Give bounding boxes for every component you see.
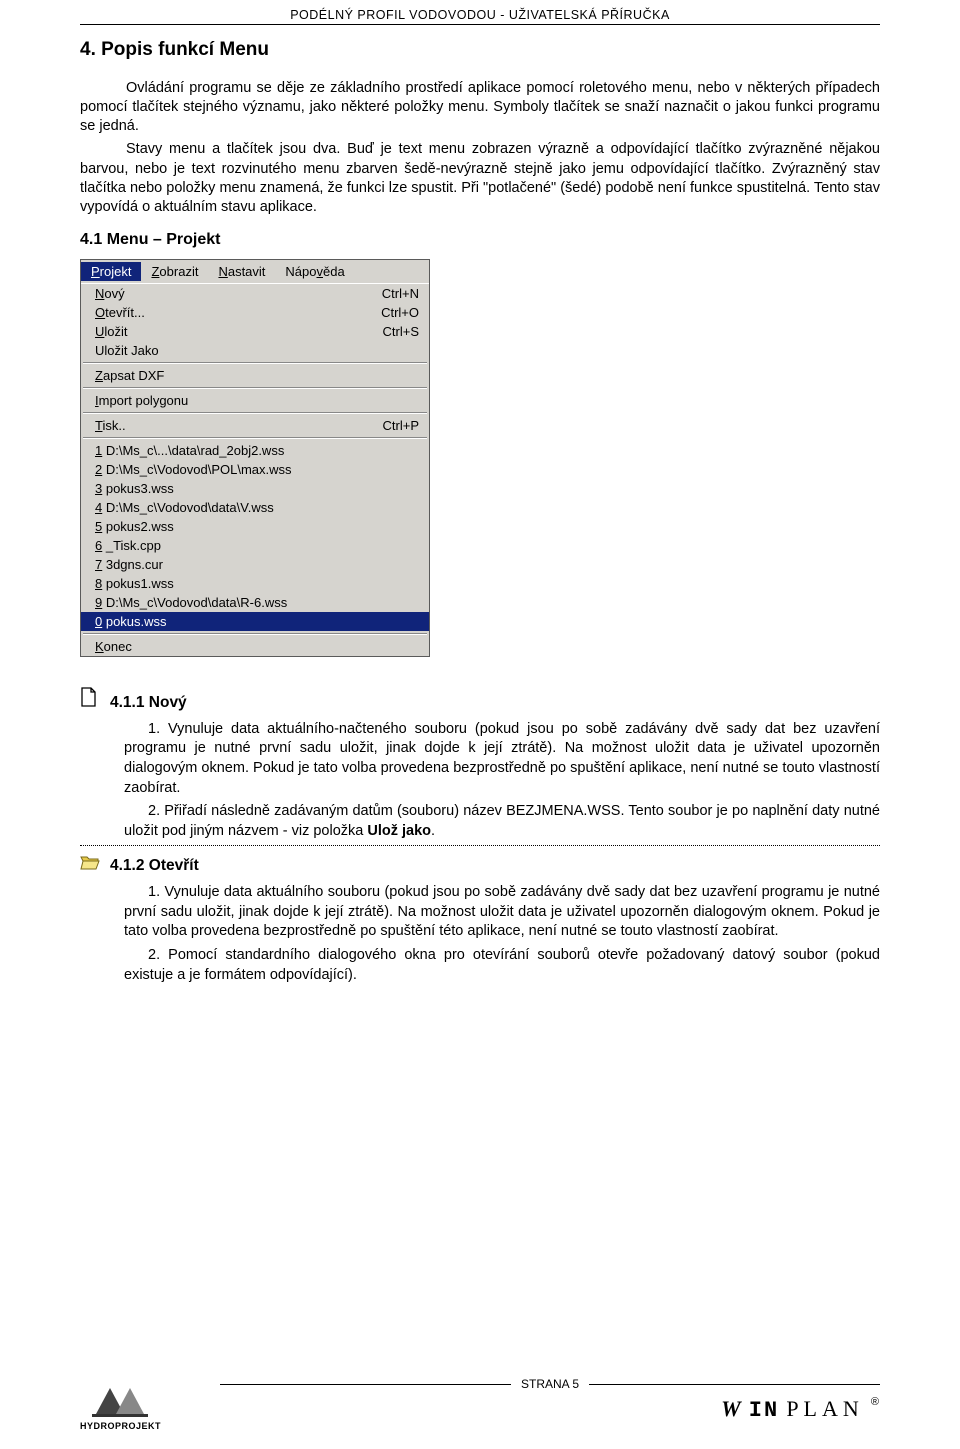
menu-item-konec[interactable]: Konec: [81, 637, 429, 656]
footer-rule: [220, 1384, 511, 1385]
doc-header-title: PODÉLNÝ PROFIL VODOVODOU - UŽIVATELSKÁ P…: [80, 8, 880, 22]
menu-item-recent[interactable]: 2 D:\Ms_c\Vodovod\POL\max.wss: [81, 460, 429, 479]
new-file-icon: [80, 687, 100, 710]
menu-item-novy[interactable]: NovýCtrl+N: [81, 284, 429, 303]
header-rule: [80, 24, 880, 25]
footer-rule: [589, 1384, 880, 1385]
menubar: Projekt Zobrazit Nastavit Nápověda: [81, 260, 429, 283]
menubar-item-nastavit[interactable]: Nastavit: [208, 262, 275, 281]
section-4-1-title: 4.1 Menu – Projekt: [80, 231, 880, 249]
menu-separator: [83, 633, 427, 635]
section-4-1-1-title: 4.1.1 Nový: [110, 694, 187, 712]
menu-item-recent-selected[interactable]: 0 pokus.wss: [81, 612, 429, 631]
menu-separator: [83, 387, 427, 389]
menu-item-ulozit[interactable]: UložitCtrl+S: [81, 322, 429, 341]
open-file-icon: [80, 854, 100, 873]
section-4-para-2: Stavy menu a tlačítek jsou dva. Buď je t…: [80, 140, 880, 217]
footer-page-number: STRANA 5: [521, 1377, 579, 1391]
menu-separator: [83, 362, 427, 364]
menu-separator: [83, 437, 427, 439]
menu-item-recent[interactable]: 1 D:\Ms_c\...\data\rad_2obj2.wss: [81, 441, 429, 460]
menu-item-recent[interactable]: 6 _Tisk.cpp: [81, 536, 429, 555]
menu-item-otevrit[interactable]: Otevřít...Ctrl+O: [81, 303, 429, 322]
section-4-para-1: Ovládání programu se děje ze základního …: [80, 79, 880, 136]
menu-item-recent[interactable]: 7 3dgns.cur: [81, 555, 429, 574]
menu-item-recent[interactable]: 4 D:\Ms_c\Vodovod\data\V.wss: [81, 498, 429, 517]
section-4-1-2-p1: 1. Vynuluje data aktuálního souboru (pok…: [124, 883, 880, 942]
menu-item-recent[interactable]: 5 pokus2.wss: [81, 517, 429, 536]
section-4-1-1-p2: 2. Přiřadí následně zadávaným datům (sou…: [124, 802, 880, 841]
section-4-title: 4. Popis funkcí Menu: [80, 39, 880, 61]
section-4-1-1-p1: 1. Vynuluje data aktuálního-načteného so…: [124, 720, 880, 798]
footer-logo: HYDROPROJEKT: [80, 1384, 161, 1431]
footer-logo-text: HYDROPROJEKT: [80, 1421, 161, 1431]
menu-item-recent[interactable]: 8 pokus1.wss: [81, 574, 429, 593]
footer-brand: W IN PLAN ®: [721, 1396, 880, 1423]
menu-item-recent[interactable]: 3 pokus3.wss: [81, 479, 429, 498]
menubar-item-zobrazit[interactable]: Zobrazit: [141, 262, 208, 281]
menu-item-tisk[interactable]: Tisk..Ctrl+P: [81, 416, 429, 435]
page-footer: HYDROPROJEKT STRANA 5 W IN PLAN ®: [80, 1367, 880, 1431]
menubar-item-projekt[interactable]: Projekt: [81, 262, 141, 281]
menu-item-import-polygonu[interactable]: Import polygonu: [81, 391, 429, 410]
dropdown-projekt: NovýCtrl+N Otevřít...Ctrl+O UložitCtrl+S…: [81, 283, 429, 656]
section-4-1-2-p2: 2. Pomocí standardního dialogového okna …: [124, 946, 880, 985]
dotted-rule: [80, 845, 880, 846]
section-4-1-2-title: 4.1.2 Otevřít: [110, 857, 199, 875]
menu-item-recent[interactable]: 9 D:\Ms_c\Vodovod\data\R-6.wss: [81, 593, 429, 612]
menubar-item-napoveda[interactable]: Nápověda: [275, 262, 354, 281]
menu-item-ulozit-jako[interactable]: Uložit Jako: [81, 341, 429, 360]
menu-item-zapsat-dxf[interactable]: Zapsat DXF: [81, 366, 429, 385]
menu-separator: [83, 412, 427, 414]
menu-screenshot: Projekt Zobrazit Nastavit Nápověda NovýC…: [80, 259, 430, 657]
